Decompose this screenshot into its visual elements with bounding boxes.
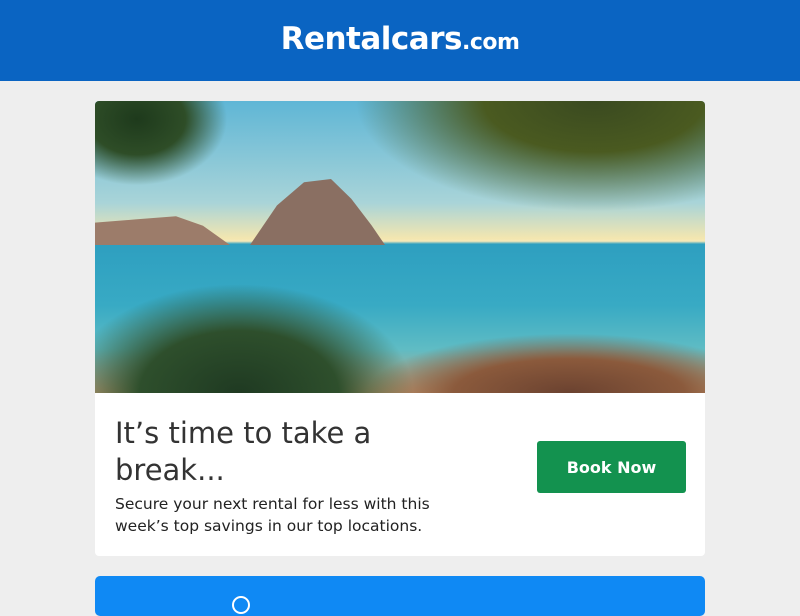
logo-text: Rentalcars <box>280 20 463 57</box>
blue-banner <box>95 576 705 616</box>
book-now-button[interactable]: Book Now <box>537 441 686 493</box>
promo-card: It’s time to take a break... Secure your… <box>95 101 705 556</box>
palm-fronds <box>335 101 705 221</box>
foliage <box>95 101 235 191</box>
promo-title: It’s time to take a break... <box>115 416 372 487</box>
circle-icon <box>232 596 250 614</box>
header: Rentalcars.com <box>0 0 800 81</box>
promo-description: Secure your next rental for less with th… <box>115 495 430 535</box>
hero-image <box>95 101 705 393</box>
rentalcars-logo[interactable]: Rentalcars.com <box>281 21 520 57</box>
logo-suffix: .com <box>461 29 520 55</box>
coast-rocks <box>95 216 230 245</box>
plant <box>95 283 415 393</box>
shore <box>365 333 705 393</box>
